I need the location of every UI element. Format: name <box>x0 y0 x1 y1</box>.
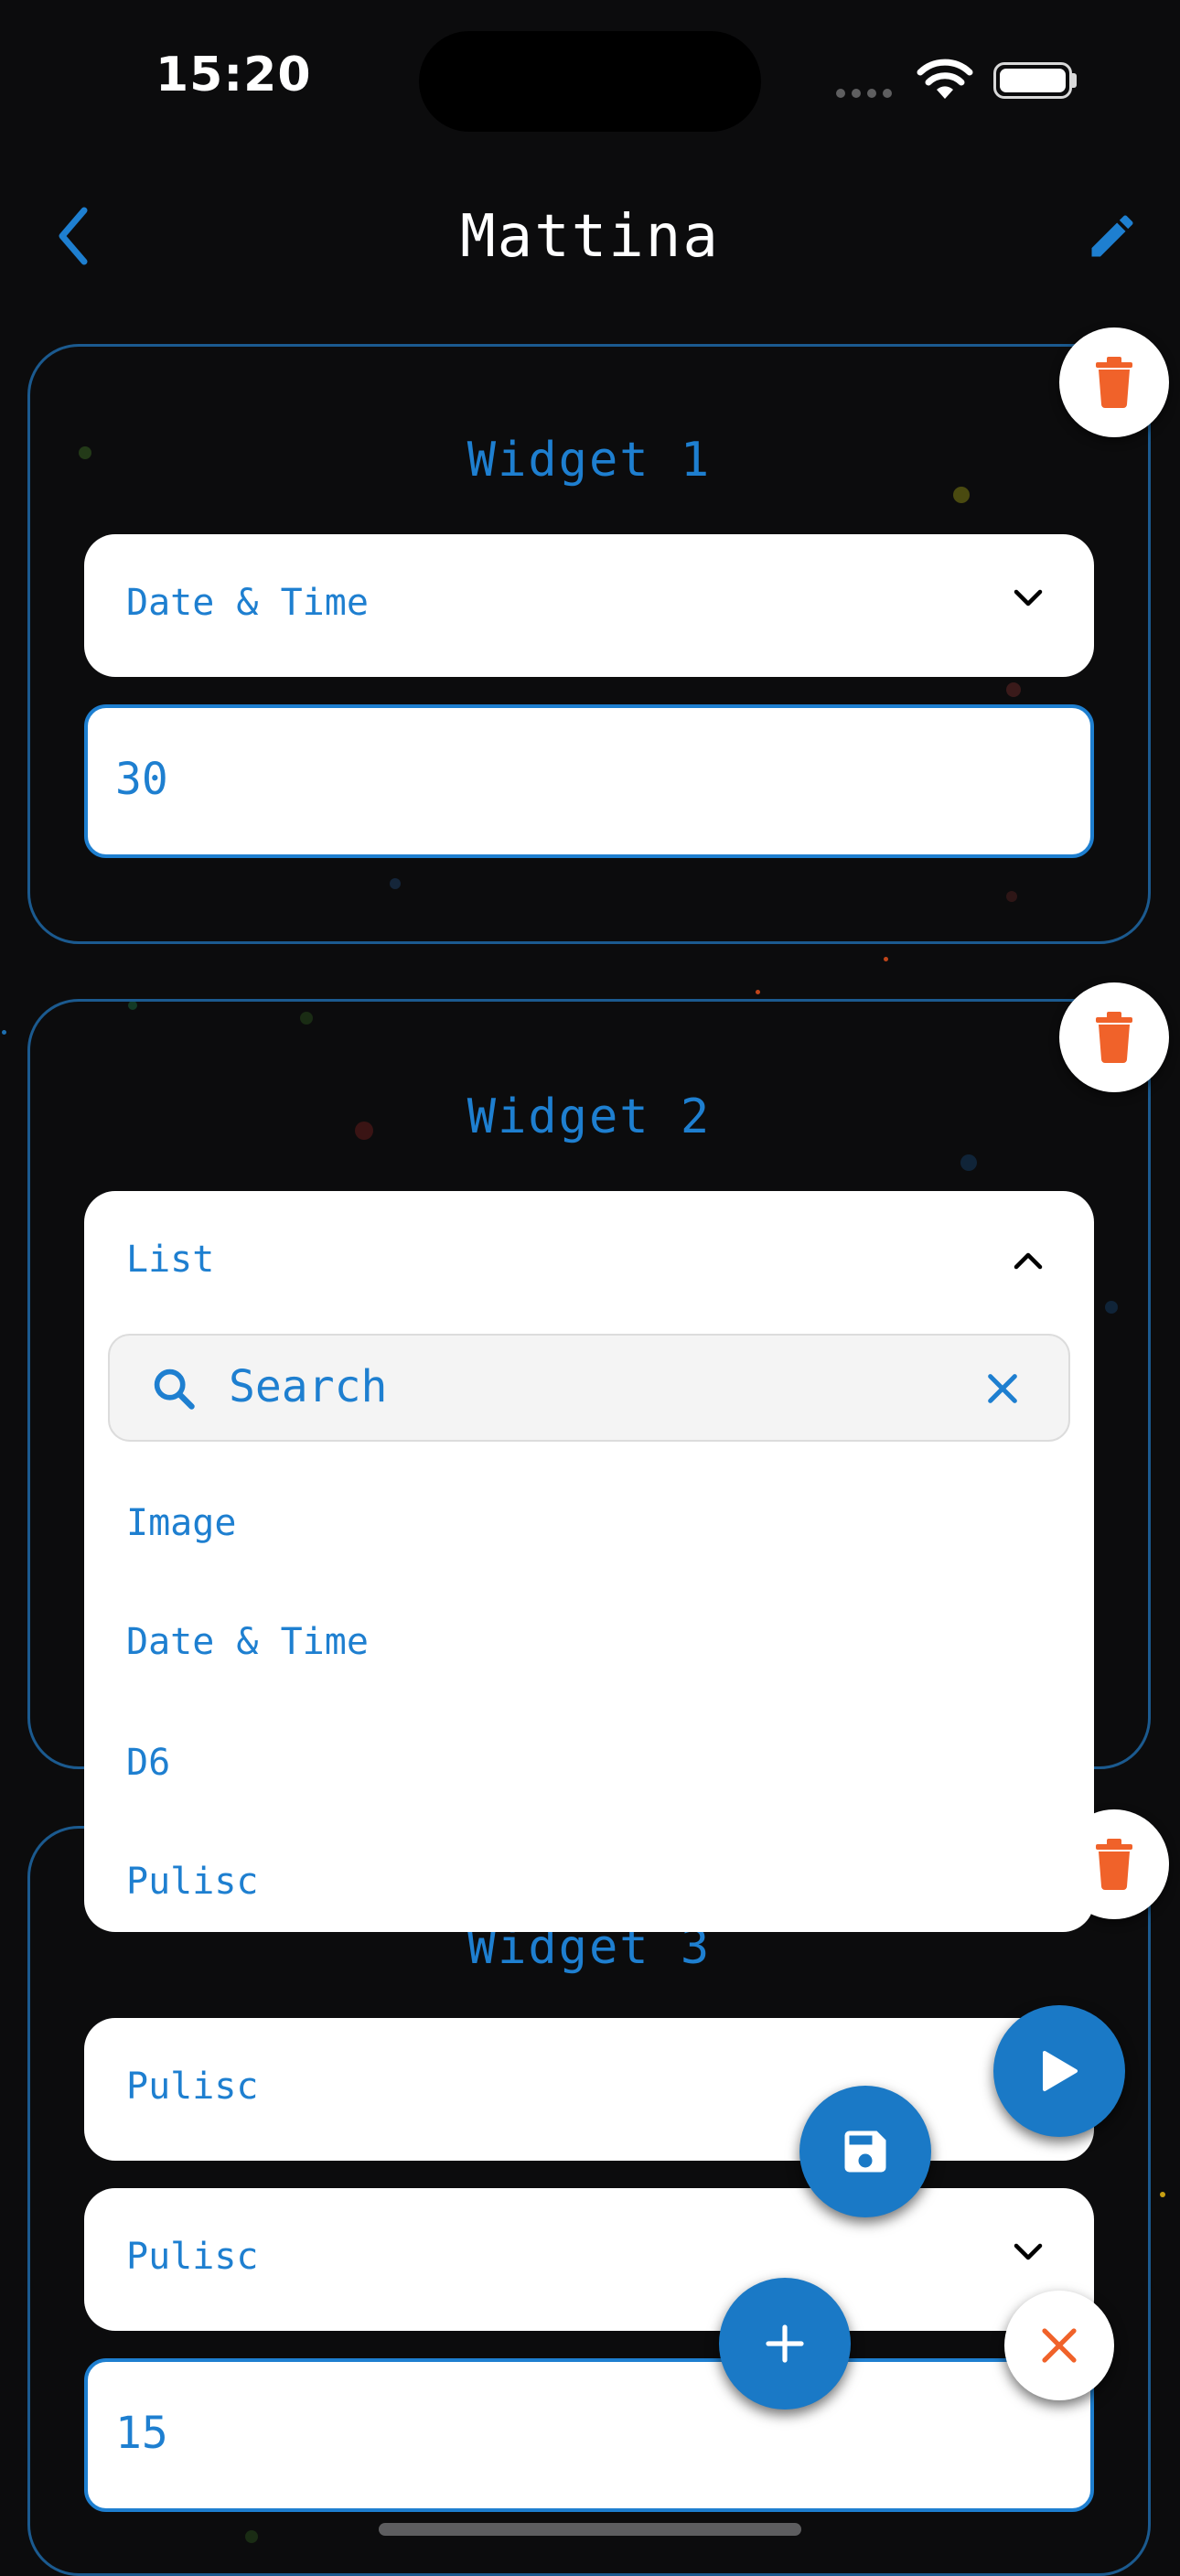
dynamic-island <box>419 31 761 132</box>
dropdown-option-image[interactable]: Image <box>126 1502 236 1544</box>
cellular-signal-icon <box>836 84 898 102</box>
select-value: Date & Time <box>126 582 369 624</box>
home-indicator <box>379 2523 801 2536</box>
trash-icon <box>1096 1012 1132 1063</box>
pencil-icon <box>1091 215 1133 257</box>
add-widget-button[interactable] <box>719 2278 851 2410</box>
search-icon <box>154 1368 195 1410</box>
duration-input[interactable]: 15 <box>84 2358 1094 2512</box>
input-value: 15 <box>115 2408 168 2459</box>
action-select[interactable]: Pulisc <box>84 2188 1094 2331</box>
close-icon <box>1042 2328 1077 2363</box>
widget-type-select[interactable]: Pulisc <box>84 2018 1094 2161</box>
widget-title: Widget 1 <box>467 433 712 488</box>
dropdown-option-date-time[interactable]: Date & Time <box>126 1621 369 1663</box>
widget-type-dropdown[interactable]: List Search Image Date & Time D6 Pulisc <box>84 1191 1094 1932</box>
play-button[interactable] <box>993 2005 1125 2137</box>
battery-tip <box>1072 73 1077 88</box>
delete-widget-button[interactable] <box>1059 327 1169 437</box>
edit-button[interactable] <box>1085 209 1140 267</box>
chevron-up-icon[interactable] <box>1014 1251 1043 1270</box>
select-value: Pulisc <box>126 2066 259 2108</box>
trash-icon <box>1096 1839 1132 1890</box>
widget-type-select[interactable]: Date & Time <box>84 534 1094 677</box>
dropdown-option-pulisc[interactable]: Pulisc <box>126 1861 259 1903</box>
dropdown-option-d6[interactable]: D6 <box>126 1742 170 1784</box>
battery-icon <box>993 62 1072 99</box>
floppy-disk-icon <box>844 2131 886 2173</box>
clear-search-icon[interactable] <box>984 1370 1021 1407</box>
chevron-down-icon <box>1014 589 1043 606</box>
trash-icon <box>1096 357 1132 408</box>
close-fab-button[interactable] <box>1004 2291 1114 2400</box>
status-time: 15:20 <box>156 48 312 102</box>
delete-widget-button[interactable] <box>1059 982 1169 1092</box>
widget-title: Widget 2 <box>467 1089 712 1144</box>
plus-icon <box>766 2324 804 2363</box>
input-value: 30 <box>115 754 168 805</box>
save-button[interactable] <box>799 2086 931 2217</box>
wifi-icon <box>917 59 973 104</box>
select-value: Pulisc <box>126 2236 259 2278</box>
select-value: List <box>126 1239 215 1281</box>
search-placeholder: Search <box>229 1361 388 1412</box>
duration-input[interactable]: 30 <box>84 704 1094 858</box>
play-icon <box>1043 2051 1078 2091</box>
chevron-down-icon <box>1014 2243 1043 2260</box>
search-input[interactable]: Search <box>108 1334 1070 1442</box>
page-title: Mattina <box>460 203 720 271</box>
